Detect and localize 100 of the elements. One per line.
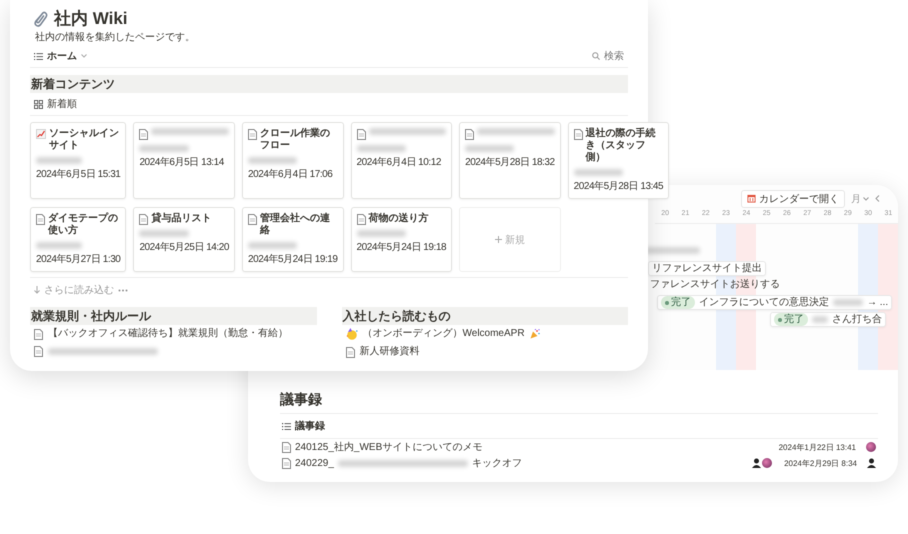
view-tab[interactable]: ホーム (47, 49, 77, 63)
open-calendar-button[interactable]: カレンダーで開く (741, 190, 845, 208)
redacted-text (356, 145, 406, 152)
redacted-text (833, 299, 863, 306)
page-card[interactable]: 退社の際の手続き（スタッフ側） 2024年5月28日 13:45 (568, 122, 670, 199)
card-date: 2024年5月24日 19:18 (356, 242, 446, 254)
page-card[interactable]: クロール作業のフロー 2024年6月4日 17:06 (242, 122, 344, 199)
more-text: → ... (867, 296, 888, 309)
view-tab[interactable]: 議事録 (295, 419, 325, 433)
section-heading: 議事録 (280, 390, 878, 414)
list-icon (282, 422, 291, 430)
avatar (866, 442, 876, 452)
more-icon[interactable] (118, 288, 128, 292)
chart-icon (36, 129, 46, 139)
person-icon (752, 458, 762, 468)
calendar-event[interactable]: リファレンスサイト提出 (648, 261, 766, 276)
row-title[interactable]: 240125_社内_WEBサイトについてのメモ (295, 440, 482, 454)
section-heading: 入社したら読むもの (342, 307, 628, 325)
page-card[interactable]: 2024年6月5日 13:14 (133, 122, 235, 199)
page-title: 社内 Wiki (54, 8, 128, 30)
section-heading: 就業規則・社内ルール (30, 307, 316, 325)
document-icon (574, 129, 583, 140)
previous-icon[interactable] (875, 195, 880, 202)
card-title: 荷物の送り方 (368, 213, 429, 225)
document-icon (282, 458, 291, 468)
card-title: ダイモテープの使い方 (48, 213, 119, 237)
chevron-down-icon[interactable] (81, 54, 87, 58)
date-text: 2024年1月22日 13:41 (778, 442, 856, 452)
redacted-text (812, 316, 828, 323)
redacted-text (139, 230, 189, 237)
calendar-event[interactable]: 完了 インフラについての意思決定 → ... (657, 295, 892, 310)
row-title[interactable]: 240229_ (295, 458, 334, 468)
redacted-text (139, 145, 189, 152)
page-link[interactable]: 【バックオフィス確認待ち】就業規則（勤怠・有給） (48, 328, 288, 340)
page-card[interactable]: 管理会社への連絡 2024年5月24日 19:19 (242, 207, 344, 272)
card-title: 退社の際の手続き（スタッフ側） (586, 128, 657, 164)
page-card[interactable]: ダイモテープの使い方 2024年5月27日 1:30 (30, 207, 126, 272)
party-emoji-icon (346, 328, 358, 340)
document-icon (139, 214, 148, 225)
list-icon (34, 52, 43, 60)
redacted-text (574, 169, 623, 176)
view-tab[interactable]: 新着順 (47, 97, 77, 111)
redacted-text (356, 230, 406, 237)
page-link[interactable]: 新人研修資料 (360, 346, 420, 358)
card-date: 2024年6月4日 17:06 (248, 169, 334, 181)
page-card[interactable]: 2024年5月28日 18:32 (459, 122, 561, 199)
paperclip-icon (32, 10, 48, 28)
document-icon (356, 214, 366, 225)
card-title: ソーシャルインサイト (49, 128, 120, 152)
card-title: クロール作業のフロー (260, 128, 331, 152)
card-date: 2024年5月24日 19:19 (248, 254, 338, 266)
search-button[interactable]: 検索 (604, 49, 624, 63)
party-popper-icon (530, 329, 540, 339)
card-date: 2024年5月25日 14:20 (139, 242, 229, 254)
event-title: リファレンスサイト提出 (652, 262, 762, 275)
avatar (762, 458, 772, 468)
document-icon (248, 129, 257, 140)
card-title: 管理会社への連絡 (260, 213, 331, 237)
page-link[interactable]: （オンボーディング）WelcomeAPR (362, 328, 525, 340)
calendar-icon (747, 194, 756, 203)
calendar-event[interactable]: 完了 さん打ち合 (770, 312, 886, 327)
document-icon (36, 214, 45, 225)
document-icon (248, 214, 257, 225)
redacted-text (36, 157, 82, 164)
section-heading: 新着コンテンツ (30, 75, 628, 93)
card-date: 2024年5月28日 13:45 (574, 181, 664, 193)
plus-icon (494, 236, 502, 243)
row-title[interactable]: キックオフ (472, 456, 522, 470)
redacted-text (36, 242, 82, 249)
page-card[interactable]: 荷物の送り方 2024年5月24日 19:18 (350, 207, 452, 272)
date-text: 2024年2月29日 8:34 (784, 458, 857, 468)
document-icon (139, 129, 148, 140)
gallery-icon (34, 100, 43, 108)
document-icon (465, 129, 474, 140)
page-description: 社内の情報を集約したページです。 (35, 32, 196, 44)
page-card[interactable]: 貸与品リスト 2024年5月25日 14:20 (133, 207, 235, 272)
page-card[interactable]: 2024年6月4日 10:12 (350, 122, 452, 199)
document-icon (356, 129, 366, 140)
redacted-text (248, 242, 298, 249)
document-icon (34, 346, 43, 357)
redacted-text (645, 247, 700, 254)
chevron-down-icon (863, 196, 869, 200)
card-date: 2024年5月28日 18:32 (465, 157, 555, 169)
event-title: インフラについての意思決定 (699, 296, 829, 309)
card-date: 2024年6月5日 15:31 (36, 169, 120, 181)
card-date: 2024年6月5日 13:14 (139, 157, 225, 169)
card-date: 2024年5月27日 1:30 (36, 254, 120, 266)
document-icon (34, 328, 43, 340)
redacted-text (465, 145, 514, 152)
redacted-text (248, 157, 298, 164)
status-tag: 完了 (661, 296, 695, 309)
page-card[interactable]: ソーシャルインサイト 2024年6月5日 15:31 (30, 122, 126, 199)
document-icon (346, 346, 354, 358)
status-tag: 完了 (774, 313, 808, 326)
card-title: 貸与品リスト (151, 213, 212, 225)
card-date: 2024年6月4日 10:12 (356, 157, 442, 169)
arrow-down-icon (34, 286, 40, 294)
event-title: さん打ち合 (832, 313, 882, 326)
search-icon[interactable] (592, 52, 600, 60)
document-icon (282, 442, 291, 452)
